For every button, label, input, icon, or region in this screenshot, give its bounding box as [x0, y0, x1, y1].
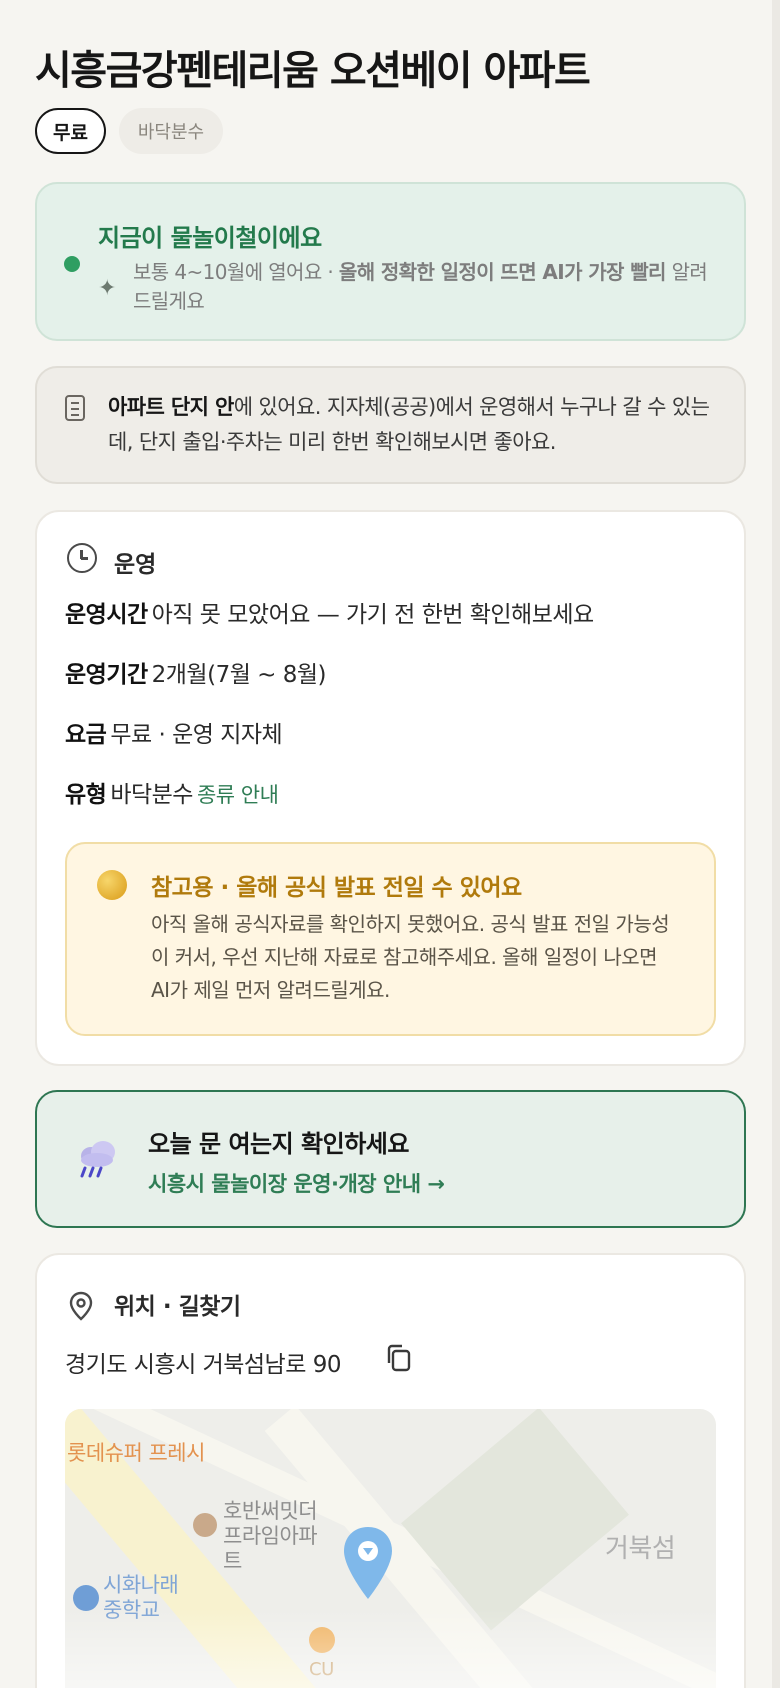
location-pin-icon [69, 1291, 93, 1321]
notice-text: 아직 올해 공식자료를 확인하지 못했어요. 공식 발표 전일 가능성이 커서,… [151, 912, 670, 1002]
operation-heading: 운영 [114, 552, 157, 578]
type-value: 바닥분수 [110, 782, 193, 808]
cta-link[interactable]: 시흥시 물놀이장 운영·개장 안내 → [148, 1168, 445, 1198]
clock-icon [67, 543, 97, 573]
operation-card: 운영 운영시간 아직 못 모았어요 — 가기 전 한번 확인해보세요 운영기간 2개… [35, 510, 746, 1066]
hours-value: 아직 못 모았어요 — 가기 전 한번 확인해보세요 [151, 602, 595, 628]
notice-title: 참고용 · 올해 공식 발표 전일 수 있어요 [151, 875, 522, 901]
rain-cloud-icon [80, 1141, 115, 1178]
map-marker-icon [344, 1527, 392, 1599]
type-guide-link[interactable]: 종류 안내 [197, 783, 279, 807]
fee-value: 무료 · 운영 지자체 [110, 722, 283, 748]
season-text-bold: 올해 정확한 일정이 뜨면 AI가 가장 빨리 [338, 260, 667, 284]
season-banner: 지금이 물놀이철이에요 ✦ 보통 4~10월에 열어요 · 올해 정확한 일정이… [35, 182, 746, 341]
status-dot [64, 256, 80, 272]
school-icon [73, 1585, 99, 1611]
season-text-normal: 보통 4~10월에 열어요 · [133, 260, 339, 284]
apartment-icon [193, 1513, 217, 1537]
address-text: 경기도 시흥시 거북섬남로 90 [65, 1352, 341, 1378]
cta-title: 오늘 문 여는지 확인하세요 [148, 1130, 409, 1158]
map-label-lotte: 롯데슈퍼 프레시 [67, 1441, 205, 1465]
fee-row: 요금 무료 · 운영 지자체 [65, 715, 283, 749]
map-label-apartment: 호반써밋더 프라임아파트 [223, 1499, 318, 1573]
hours-row: 운영시간 아직 못 모았어요 — 가기 전 한번 확인해보세요 [65, 595, 594, 629]
complex-info-card: 아파트 단지 안에 있어요. 지자체(공공)에서 운영해서 누구나 갈 수 있는… [35, 366, 746, 484]
complex-bold: 아파트 단지 안 [108, 395, 234, 419]
period-value: 2개월(7월 ~ 8월) [151, 662, 327, 688]
copy-icon[interactable] [384, 1343, 412, 1373]
map-label-right: 거북섬 [605, 1534, 676, 1564]
location-heading: 위치 · 길찾기 [114, 1294, 241, 1320]
hours-label: 운영시간 [65, 602, 148, 628]
complex-description: 아파트 단지 안에 있어요. 지자체(공공)에서 운영해서 누구나 갈 수 있는… [108, 390, 718, 460]
building-icon [65, 395, 85, 421]
period-label: 운영기간 [65, 662, 148, 688]
price-chip: 무료 [35, 108, 106, 154]
open-check-button[interactable]: 오늘 문 여는지 확인하세요 시흥시 물놀이장 운영·개장 안내 → [35, 1090, 746, 1228]
coin-icon [97, 870, 127, 900]
type-row: 유형 바닥분수 종류 안내 [65, 775, 279, 809]
scroll-edge [772, 0, 780, 1688]
type-label: 유형 [65, 782, 107, 808]
location-card: 위치 · 길찾기 경기도 시흥시 거북섬남로 90 롯데슈퍼 프레시 호반써밋더… [35, 1253, 746, 1688]
map-view[interactable]: 롯데슈퍼 프레시 호반써밋더 프라임아파트 거북섬 시화나래 중학교 CU [65, 1409, 716, 1688]
fee-label: 요금 [65, 722, 107, 748]
type-chip: 바닥분수 [119, 108, 223, 154]
season-title: 지금이 물놀이철이에요 [98, 224, 322, 252]
page-title: 시흥금강펜테리움 오션베이 아파트 [35, 48, 591, 94]
notice-box: 참고용 · 올해 공식 발표 전일 수 있어요 아직 올해 공식자료를 확인하지… [65, 842, 716, 1036]
season-description: 보통 4~10월에 열어요 · 올해 정확한 일정이 뜨면 AI가 가장 빨리 … [133, 258, 723, 316]
sparkle-icon: ✦ [98, 276, 117, 301]
period-row: 운영기간 2개월(7월 ~ 8월) [65, 655, 327, 689]
